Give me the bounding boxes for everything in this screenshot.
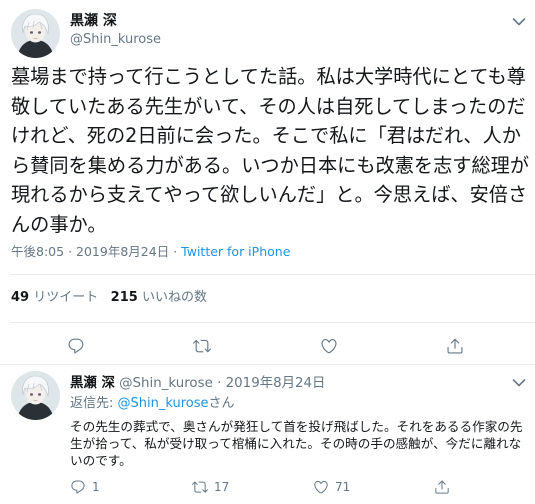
tweet-stats: 49 リツイート 215 いいねの数: [11, 289, 207, 307]
reply-prefix: 返信先:: [70, 396, 114, 411]
reply-button[interactable]: 1: [70, 479, 100, 495]
main-action-bar: [0, 337, 535, 357]
handle[interactable]: @Shin_kurose: [70, 31, 161, 48]
likes-stat[interactable]: 215 いいねの数: [111, 290, 207, 305]
handle[interactable]: @Shin_kurose: [119, 376, 213, 391]
divider: [11, 274, 535, 275]
tweet-source[interactable]: Twitter for iPhone: [181, 244, 290, 259]
share-button[interactable]: [434, 479, 450, 495]
divider: [11, 322, 535, 323]
reply-action-bar: 1 17 71: [0, 479, 535, 499]
tweet-meta: 午後8:05 · 2019年8月24日 · Twitter for iPhone: [11, 244, 290, 260]
reply-icon: [71, 480, 85, 494]
retweet-icon: [192, 481, 208, 493]
meta-separator: ·: [217, 376, 222, 391]
retweets-stat[interactable]: 49 リツイート: [11, 290, 98, 305]
retweets-label: リツイート: [33, 290, 99, 305]
reply-header: 黒瀬 深 @Shin_kurose · 2019年8月24日: [70, 375, 325, 392]
like-button[interactable]: [320, 337, 338, 355]
like-button[interactable]: 71: [313, 479, 350, 495]
retweet-count: 17: [214, 480, 230, 494]
tweet-text: 墓場まで持って行こうとしてた話。私は大学時代にとても尊敬していたある先生がいて、…: [11, 65, 530, 236]
retweet-icon: [193, 339, 211, 353]
retweet-button[interactable]: [193, 337, 211, 355]
reply-mention[interactable]: @Shin_kurose: [118, 396, 209, 411]
main-tweet: 黒瀬 深 @Shin_kurose 墓場まで持って行こうとしてた話。私は大学時代…: [0, 0, 535, 355]
avatar[interactable]: [11, 371, 60, 420]
share-button[interactable]: [446, 337, 464, 355]
like-count: 71: [335, 480, 351, 494]
reply-count: 1: [92, 480, 100, 494]
retweets-count: 49: [11, 290, 30, 305]
likes-count: 215: [110, 290, 138, 305]
chevron-down-icon[interactable]: [512, 378, 526, 388]
reply-button[interactable]: [67, 337, 85, 355]
retweet-button[interactable]: 17: [192, 479, 229, 495]
tweet-date[interactable]: 2019年8月24日: [76, 244, 169, 259]
avatar-illustration: [11, 371, 60, 420]
chevron-down-icon[interactable]: [512, 17, 526, 27]
author-block: 黒瀬 深 @Shin_kurose: [70, 12, 161, 48]
tweet-date[interactable]: 2019年8月24日: [226, 376, 326, 391]
likes-label: いいねの数: [141, 290, 207, 305]
tweet-text: その先生の葬式で、奥さんが発狂して首を投げ飛ばした。それをあるる作家の先生が拾っ…: [70, 419, 523, 468]
reply-suffix: さん: [208, 396, 235, 411]
replying-to: 返信先: @Shin_kuroseさん: [70, 395, 235, 412]
heart-icon: [314, 480, 328, 494]
heart-icon: [321, 339, 337, 354]
reply-tweet[interactable]: 黒瀬 深 @Shin_kurose · 2019年8月24日 返信先: @Shi…: [0, 364, 535, 504]
avatar-illustration: [11, 9, 60, 58]
display-name[interactable]: 黒瀬 深: [70, 376, 115, 391]
meta-separator: ·: [68, 244, 73, 259]
share-icon: [447, 338, 463, 354]
display-name[interactable]: 黒瀬 深: [70, 12, 161, 30]
tweet-time[interactable]: 午後8:05: [11, 244, 64, 259]
share-icon: [435, 480, 449, 494]
avatar[interactable]: [11, 9, 60, 58]
reply-icon: [68, 338, 84, 354]
meta-separator: ·: [173, 244, 178, 259]
